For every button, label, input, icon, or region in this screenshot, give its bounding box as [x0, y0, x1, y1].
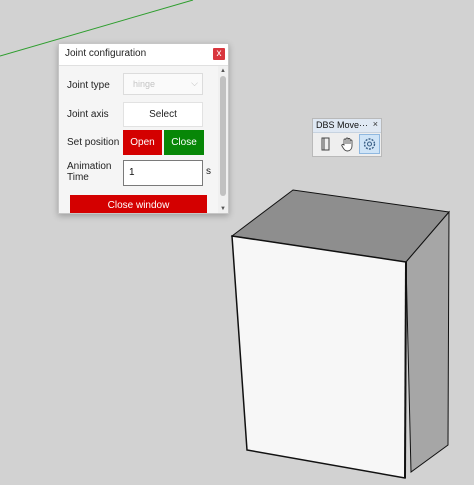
animation-time-label-line1: Animation — [67, 161, 112, 172]
dialog-body: Joint type hinge ⌵ Joint axis Select Set… — [59, 66, 218, 213]
close-position-button[interactable]: Close — [164, 130, 204, 155]
door-panel-button[interactable] — [315, 134, 336, 154]
animation-time-label-line2: Time — [67, 172, 89, 183]
scroll-thumb[interactable] — [220, 76, 226, 196]
joint-configuration-dialog: Joint configuration x Joint type hinge ⌵… — [58, 43, 229, 214]
joint-type-select[interactable]: hinge ⌵ — [123, 73, 203, 95]
animation-time-value: 1 — [129, 167, 135, 178]
dialog-title-bar[interactable]: Joint configuration x — [59, 44, 228, 66]
set-position-label: Set position — [67, 137, 120, 148]
dbs-mover-toolbar: DBS Move··· × — [312, 118, 382, 157]
toolbar-title-bar[interactable]: DBS Move··· × — [313, 119, 381, 133]
animation-time-input[interactable]: 1 — [123, 160, 203, 186]
toolbar-title: DBS Move··· — [316, 120, 369, 130]
close-window-button[interactable]: Close window — [70, 195, 207, 213]
dialog-title: Joint configuration — [65, 48, 147, 59]
joint-type-value: hinge — [133, 79, 156, 89]
dialog-close-button[interactable]: x — [213, 48, 225, 60]
open-button[interactable]: Open — [123, 130, 162, 155]
dialog-scrollbar[interactable]: ▲ ▼ — [218, 66, 228, 213]
time-unit-label: s — [206, 166, 211, 177]
hand-tool-button[interactable] — [337, 134, 358, 154]
scroll-down-arrow-icon[interactable]: ▼ — [218, 205, 228, 213]
door-panel-icon — [321, 137, 330, 151]
door-edge-line — [404, 261, 407, 479]
scroll-up-arrow-icon[interactable]: ▲ — [218, 67, 228, 75]
select-axis-button[interactable]: Select — [123, 102, 203, 127]
cabinet-front-face — [231, 235, 407, 479]
toolbar-close-button[interactable]: × — [373, 119, 378, 129]
joint-type-label: Joint type — [67, 80, 110, 91]
chevron-down-icon: ⌵ — [191, 78, 198, 88]
gear-icon — [363, 138, 376, 150]
settings-button[interactable] — [359, 134, 380, 154]
hand-icon — [341, 137, 353, 152]
joint-axis-label: Joint axis — [67, 109, 109, 120]
